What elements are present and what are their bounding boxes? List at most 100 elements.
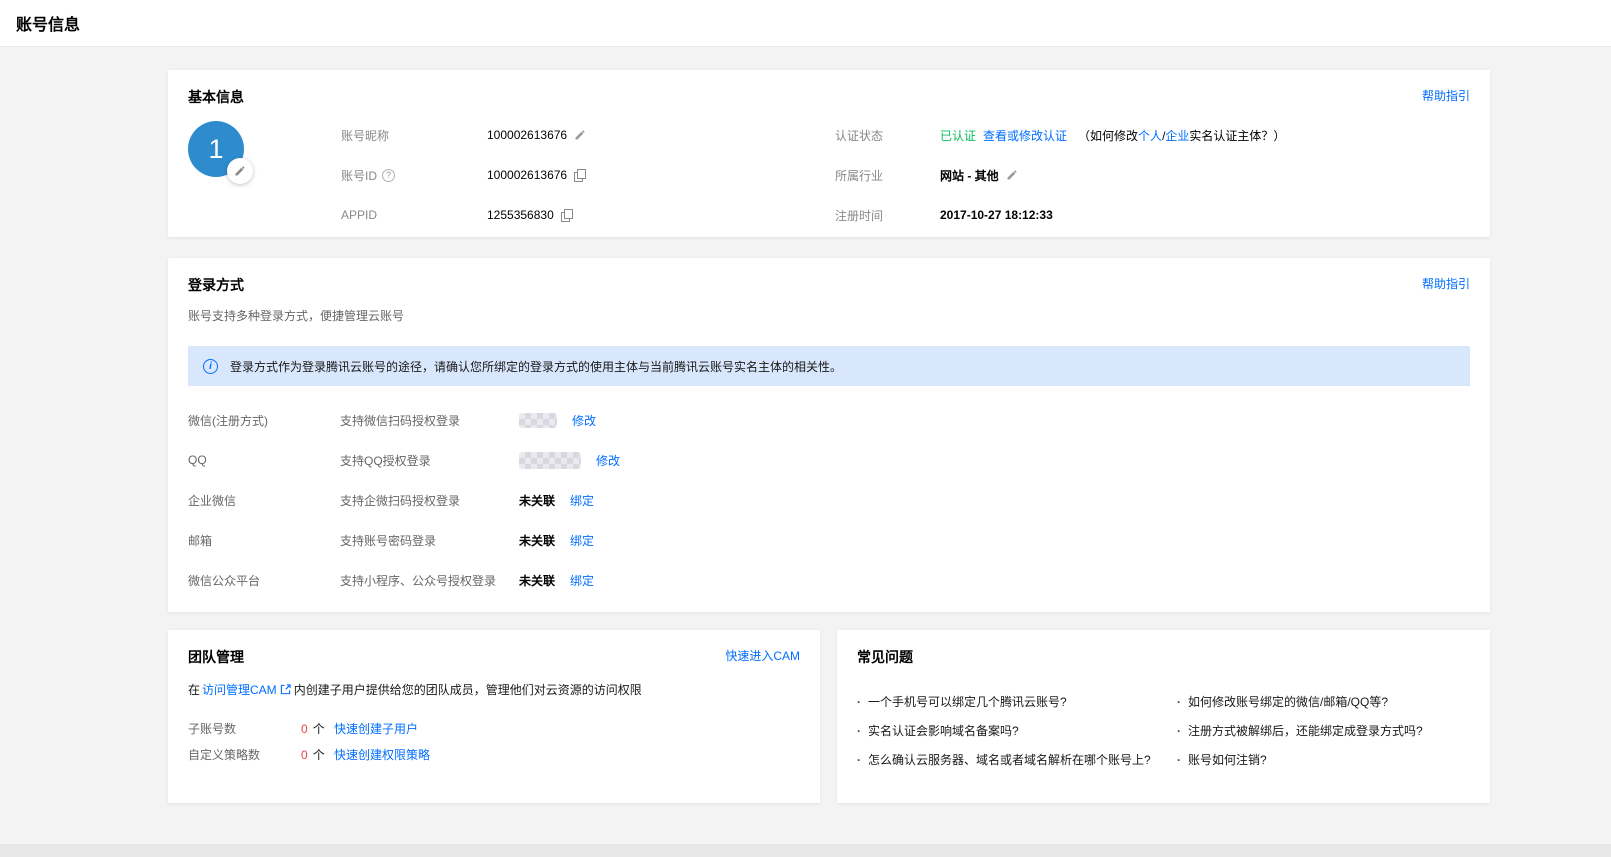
login-method-name: 微信(注册方式) xyxy=(188,412,340,429)
faq-item[interactable]: 注册方式被解绑后，还能绑定成登录方式吗? xyxy=(1177,716,1470,745)
view-modify-auth-link[interactable]: 查看或修改认证 xyxy=(983,127,1067,144)
login-method-name: 邮箱 xyxy=(188,532,340,549)
login-row-wechat-official: 微信公众平台 支持小程序、公众号授权登录 未关联 绑定 xyxy=(188,560,1470,600)
bind-wechat-official-link[interactable]: 绑定 xyxy=(570,572,594,589)
nickname-value: 100002613676 xyxy=(487,128,567,142)
sub-account-stat-row: 子账号数 0个 快速创建子用户 xyxy=(188,715,800,741)
create-sub-user-link[interactable]: 快速创建子用户 xyxy=(334,720,418,737)
register-time-label: 注册时间 xyxy=(835,207,940,224)
sub-account-unit: 个 xyxy=(313,722,325,736)
login-method-status: 未关联 xyxy=(519,492,555,509)
login-info-banner: i 登录方式作为登录腾讯云账号的途径，请确认您所绑定的登录方式的使用主体与当前腾… xyxy=(188,346,1470,386)
faq-item[interactable]: 账号如何注销? xyxy=(1177,745,1470,774)
edit-nickname-icon[interactable] xyxy=(574,129,586,141)
appid-value: 1255356830 xyxy=(487,208,554,222)
login-methods-help-link[interactable]: 帮助指引 xyxy=(1422,275,1470,292)
login-methods-subtitle: 账号支持多种登录方式，便捷管理云账号 xyxy=(168,295,1490,324)
register-time-value: 2017-10-27 18:12:33 xyxy=(940,208,1053,222)
auth-note: （如何修改个人/企业实名认证主体？） xyxy=(1078,127,1285,144)
personal-auth-link[interactable]: 个人 xyxy=(1138,129,1162,143)
basic-info-title: 基本信息 xyxy=(188,87,244,107)
pencil-icon xyxy=(234,165,246,177)
bottom-band xyxy=(0,844,1611,857)
avatar-edit-button[interactable] xyxy=(227,158,253,184)
create-policy-link[interactable]: 快速创建权限策略 xyxy=(334,746,430,763)
faq-item[interactable]: 如何修改账号绑定的微信/邮箱/QQ等? xyxy=(1177,687,1470,716)
industry-row: 所属行业 网站 - 其他 xyxy=(835,155,1470,195)
auth-status-row: 认证状态 已认证 查看或修改认证 （如何修改个人/企业实名认证主体？） xyxy=(835,115,1470,155)
masked-value xyxy=(519,413,557,428)
login-method-status: 未关联 xyxy=(519,532,555,549)
register-time-row: 注册时间 2017-10-27 18:12:33 xyxy=(835,195,1470,235)
page-header: 账号信息 xyxy=(0,0,1611,47)
auth-status-badge: 已认证 xyxy=(940,127,976,144)
page-title: 账号信息 xyxy=(16,11,80,35)
team-title: 团队管理 xyxy=(188,647,244,667)
login-method-desc: 支持微信扫码授权登录 xyxy=(340,412,519,429)
avatar-text: 1 xyxy=(208,134,223,165)
masked-value xyxy=(519,452,581,469)
enterprise-auth-link[interactable]: 企业 xyxy=(1165,129,1189,143)
enter-cam-link[interactable]: 快速进入CAM xyxy=(725,647,800,664)
custom-policy-stat-row: 自定义策略数 0个 快速创建权限策略 xyxy=(188,741,800,767)
login-method-desc: 支持账号密码登录 xyxy=(340,532,519,549)
modify-wechat-link[interactable]: 修改 xyxy=(572,412,596,429)
account-id-label: 账号ID xyxy=(341,167,377,184)
team-desc: 在 访问管理CAM 内创建子用户提供给您的团队成员，管理他们对云资源的访问权限 xyxy=(168,667,820,698)
faq-item[interactable]: 一个手机号可以绑定几个腾讯云账号? xyxy=(857,687,1177,716)
appid-row: APPID 1255356830 xyxy=(341,195,835,235)
external-link-icon xyxy=(280,684,291,695)
help-icon[interactable]: ? xyxy=(382,169,395,182)
industry-value: 网站 - 其他 xyxy=(940,167,999,184)
edit-industry-icon[interactable] xyxy=(1006,169,1018,181)
custom-policy-count: 0 xyxy=(301,748,308,762)
avatar: 1 xyxy=(188,121,244,177)
auth-note-suffix: 实名认证主体？） xyxy=(1189,129,1285,143)
login-row-wecom: 企业微信 支持企微扫码授权登录 未关联 绑定 xyxy=(188,480,1470,520)
faq-item[interactable]: 实名认证会影响域名备案吗? xyxy=(857,716,1177,745)
nickname-label: 账号昵称 xyxy=(341,127,487,144)
login-method-name: 企业微信 xyxy=(188,492,340,509)
faq-title: 常见问题 xyxy=(857,647,913,667)
custom-policy-label: 自定义策略数 xyxy=(188,746,301,763)
login-banner-text: 登录方式作为登录腾讯云账号的途径，请确认您所绑定的登录方式的使用主体与当前腾讯云… xyxy=(230,358,842,375)
copy-appid-icon[interactable] xyxy=(561,209,573,222)
sub-account-count: 0 xyxy=(301,722,308,736)
login-methods-card: 登录方式 帮助指引 账号支持多种登录方式，便捷管理云账号 i 登录方式作为登录腾… xyxy=(168,258,1490,612)
login-method-desc: 支持企微扫码授权登录 xyxy=(340,492,519,509)
info-icon: i xyxy=(203,359,218,374)
team-desc-prefix: 在 xyxy=(188,681,200,698)
login-row-qq: QQ 支持QQ授权登录 修改 xyxy=(188,440,1470,480)
nickname-row: 账号昵称 100002613676 xyxy=(341,115,835,155)
bind-wecom-link[interactable]: 绑定 xyxy=(570,492,594,509)
appid-label: APPID xyxy=(341,208,487,222)
team-management-card: 团队管理 快速进入CAM 在 访问管理CAM 内创建子用户提供给您的团队成员，管… xyxy=(168,630,820,803)
sub-account-label: 子账号数 xyxy=(188,720,301,737)
login-method-status: 未关联 xyxy=(519,572,555,589)
login-method-name: 微信公众平台 xyxy=(188,572,340,589)
login-row-email: 邮箱 支持账号密码登录 未关联 绑定 xyxy=(188,520,1470,560)
main-content: 基本信息 帮助指引 1 账号昵称 xyxy=(0,47,1611,803)
industry-label: 所属行业 xyxy=(835,167,940,184)
custom-policy-unit: 个 xyxy=(313,748,325,762)
login-methods-title: 登录方式 xyxy=(188,275,244,295)
cam-console-link[interactable]: 访问管理CAM xyxy=(202,681,291,698)
basic-info-card: 基本信息 帮助指引 1 账号昵称 xyxy=(168,70,1490,237)
copy-account-id-icon[interactable] xyxy=(574,169,586,182)
login-method-name: QQ xyxy=(188,453,340,467)
auth-note-prefix: （如何修改 xyxy=(1078,129,1138,143)
team-desc-suffix: 内创建子用户提供给您的团队成员，管理他们对云资源的访问权限 xyxy=(294,681,642,698)
avatar-wrap: 1 xyxy=(188,115,341,235)
account-id-value: 100002613676 xyxy=(487,168,567,182)
basic-info-help-link[interactable]: 帮助指引 xyxy=(1422,87,1470,104)
modify-qq-link[interactable]: 修改 xyxy=(596,452,620,469)
bind-email-link[interactable]: 绑定 xyxy=(570,532,594,549)
login-row-wechat: 微信(注册方式) 支持微信扫码授权登录 修改 xyxy=(188,400,1470,440)
login-method-desc: 支持QQ授权登录 xyxy=(340,452,519,469)
account-id-row: 账号ID ? 100002613676 xyxy=(341,155,835,195)
login-method-desc: 支持小程序、公众号授权登录 xyxy=(340,572,519,589)
faq-card: 常见问题 一个手机号可以绑定几个腾讯云账号? 实名认证会影响域名备案吗? 怎么确… xyxy=(837,630,1490,803)
auth-status-label: 认证状态 xyxy=(835,127,940,144)
cam-console-link-label: 访问管理CAM xyxy=(202,681,277,698)
faq-item[interactable]: 怎么确认云服务器、域名或者域名解析在哪个账号上? xyxy=(857,745,1177,774)
